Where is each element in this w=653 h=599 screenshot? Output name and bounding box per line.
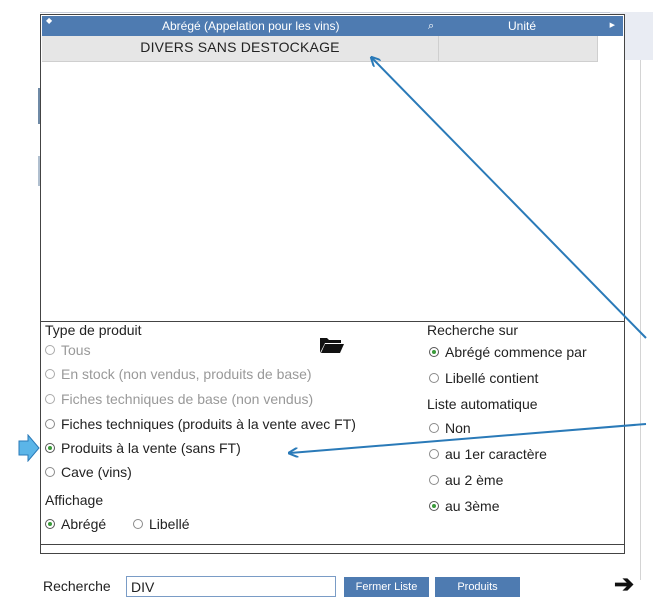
radio-label: Produits à la vente (sans FT): [61, 440, 241, 456]
affichage-title: Affichage: [45, 492, 104, 508]
search-label: Recherche: [43, 578, 111, 594]
recherche-sur-title: Recherche sur: [427, 322, 519, 338]
options-divider: [41, 544, 624, 545]
background-window-edge: [40, 12, 653, 13]
radio-type-fiches-base[interactable]: Fiches techniques de base (non vendus): [45, 391, 313, 407]
background-divider: [640, 60, 641, 580]
liste-auto-title: Liste automatique: [427, 396, 538, 412]
radio-label: Tous: [61, 342, 91, 358]
radio-label: Abrégé: [61, 516, 107, 532]
radio-recherche-abrege[interactable]: Abrégé commence par: [429, 344, 587, 360]
radio-icon[interactable]: [429, 449, 439, 459]
radio-label: Libellé contient: [445, 370, 539, 386]
type-produit-title: Type de produit: [45, 322, 142, 338]
radio-icon[interactable]: [45, 369, 55, 379]
radio-type-produits-vente[interactable]: Produits à la vente (sans FT): [45, 440, 241, 456]
radio-label: au 3ème: [445, 498, 500, 514]
radio-icon[interactable]: [45, 419, 55, 429]
radio-selected-icon[interactable]: [429, 501, 439, 511]
fermer-liste-button[interactable]: Fermer Liste: [344, 577, 429, 597]
search-icon[interactable]: ⌕: [428, 20, 434, 33]
search-input[interactable]: [126, 576, 336, 597]
folder-icon[interactable]: [319, 336, 345, 354]
radio-recherche-libelle[interactable]: Libellé contient: [429, 370, 538, 386]
radio-label: En stock (non vendus, produits de base): [61, 366, 312, 382]
radio-label: Fiches techniques de base (non vendus): [61, 391, 314, 407]
radio-label: Abrégé commence par: [445, 344, 587, 360]
radio-liste-3eme[interactable]: au 3ème: [429, 498, 499, 514]
table-row[interactable]: DIVERS SANS DESTOCKAGE: [42, 36, 598, 62]
filter-options-panel: Type de produit Tous En stock (non vendu…: [41, 322, 624, 553]
grid-header: ◆ Abrégé (Appelation pour les vins) ⌕ Un…: [42, 16, 623, 36]
radio-label: Non: [445, 420, 471, 436]
radio-selected-icon[interactable]: [429, 347, 439, 357]
radio-label: au 1er caractère: [445, 446, 547, 462]
column-header-abrege[interactable]: Abrégé (Appelation pour les vins): [162, 19, 392, 33]
radio-icon[interactable]: [429, 475, 439, 485]
radio-icon[interactable]: [133, 519, 143, 529]
radio-affichage-libelle[interactable]: Libellé: [133, 516, 189, 532]
sort-icon[interactable]: ◆: [46, 16, 52, 25]
radio-label: Cave (vins): [61, 464, 132, 480]
radio-icon[interactable]: [429, 373, 439, 383]
arrow-right-icon[interactable]: ➔: [614, 570, 634, 599]
radio-affichage-abrege[interactable]: Abrégé: [45, 516, 106, 532]
radio-label: au 2 ème: [445, 472, 504, 488]
column-header-unite[interactable]: Unité: [508, 19, 536, 33]
radio-type-tous[interactable]: Tous: [45, 342, 91, 358]
radio-liste-1er[interactable]: au 1er caractère: [429, 446, 547, 462]
radio-icon[interactable]: [429, 423, 439, 433]
pointer-arrow-icon: [18, 434, 40, 462]
radio-selected-icon[interactable]: [45, 519, 55, 529]
radio-type-en-stock[interactable]: En stock (non vendus, produits de base): [45, 366, 312, 382]
radio-label: Fiches techniques (produits à la vente a…: [61, 416, 356, 432]
cell-abrege[interactable]: DIVERS SANS DESTOCKAGE: [42, 36, 439, 62]
produits-button[interactable]: Produits: [435, 577, 520, 597]
radio-liste-non[interactable]: Non: [429, 420, 471, 436]
radio-type-fiches-techniques[interactable]: Fiches techniques (produits à la vente a…: [45, 416, 356, 432]
radio-type-cave[interactable]: Cave (vins): [45, 464, 132, 480]
radio-label: Libellé: [149, 516, 190, 532]
cell-unite[interactable]: [439, 36, 598, 62]
radio-liste-2eme[interactable]: au 2 ème: [429, 472, 503, 488]
product-list-dialog: ◆ Abrégé (Appelation pour les vins) ⌕ Un…: [40, 14, 625, 554]
radio-selected-icon[interactable]: [45, 443, 55, 453]
scroll-right-icon[interactable]: ▶: [610, 21, 615, 29]
radio-icon[interactable]: [45, 467, 55, 477]
radio-icon[interactable]: [45, 345, 55, 355]
radio-icon[interactable]: [45, 394, 55, 404]
